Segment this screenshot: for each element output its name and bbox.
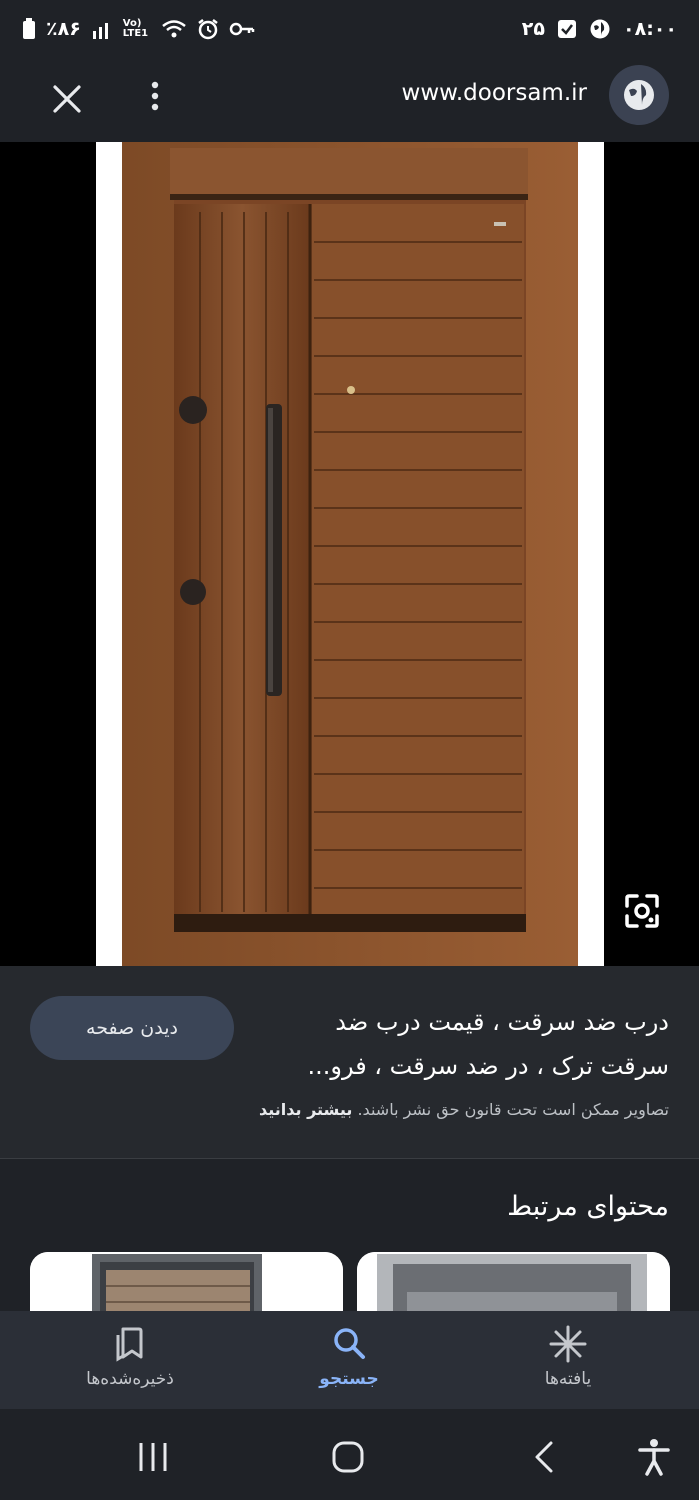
related-card[interactable] xyxy=(30,1252,343,1311)
date-label: ۲۵ xyxy=(521,18,545,40)
globe-small-icon xyxy=(589,18,611,40)
close-button[interactable] xyxy=(44,76,90,122)
copyright-text: تصاویر ممکن است تحت قانون حق نشر باشند. xyxy=(357,1100,669,1119)
clock: ۰۸:۰۰ xyxy=(623,18,677,40)
accessibility-button[interactable] xyxy=(634,1437,674,1477)
copyright-note: تصاویر ممکن است تحت قانون حق نشر باشند. … xyxy=(259,1100,669,1119)
nav-discover[interactable]: یافته‌ها xyxy=(488,1325,648,1405)
alarm-icon xyxy=(197,18,219,40)
related-card-image xyxy=(30,1252,343,1311)
checkbox-icon xyxy=(557,19,577,39)
related-card-image xyxy=(357,1252,670,1311)
bookmark-icon xyxy=(116,1327,143,1362)
related-title: محتوای مرتبط xyxy=(507,1191,669,1222)
status-bar: ٪۸۶ Vo) LTE1 ۲۵ ۰۸:۰۰ xyxy=(0,0,699,62)
site-button[interactable] xyxy=(609,65,669,125)
close-icon xyxy=(53,85,81,113)
nav-discover-label: یافته‌ها xyxy=(544,1369,592,1389)
result-title[interactable]: درب ضد سرقت ، قیمت درب ضد سرقت ترک ، در … xyxy=(274,1000,669,1088)
learn-more-link[interactable]: بیشتر بدانید xyxy=(259,1100,352,1119)
wifi-icon xyxy=(161,18,187,40)
home-button[interactable] xyxy=(328,1437,368,1477)
more-vert-icon xyxy=(151,81,159,111)
bottom-navigation: ذخیره‌شده‌ها جستجو یافته‌ها xyxy=(0,1311,699,1409)
recent-apps-button[interactable] xyxy=(133,1437,173,1477)
viewer-top-bar: www.doorsam.ir xyxy=(0,62,699,142)
nav-saved-label: ذخیره‌شده‌ها xyxy=(86,1369,174,1389)
back-icon xyxy=(535,1441,553,1473)
asterisk-icon xyxy=(549,1325,587,1363)
related-card[interactable] xyxy=(357,1252,670,1311)
result-info: دیدن صفحه درب ضد سرقت ، قیمت درب ضد سرقت… xyxy=(0,966,699,1158)
visit-page-button[interactable]: دیدن صفحه xyxy=(30,996,234,1060)
globe-icon xyxy=(624,80,654,110)
battery-icon xyxy=(22,18,36,40)
recent-apps-icon xyxy=(139,1443,167,1471)
nav-search-label: جستجو xyxy=(319,1369,379,1389)
source-url[interactable]: www.doorsam.ir xyxy=(402,80,587,106)
lens-search-button[interactable] xyxy=(621,890,663,932)
nav-search[interactable]: جستجو xyxy=(269,1325,429,1405)
back-button[interactable] xyxy=(525,1437,565,1477)
related-content: محتوای مرتبط xyxy=(0,1159,699,1311)
battery-percent: ٪۸۶ xyxy=(46,18,81,40)
accessibility-icon xyxy=(638,1439,670,1476)
network-label: Vo) LTE1 xyxy=(122,18,149,39)
system-navigation xyxy=(0,1409,699,1500)
more-options-button[interactable] xyxy=(132,76,178,122)
home-icon xyxy=(332,1441,364,1473)
lens-icon xyxy=(625,894,659,928)
nav-saved[interactable]: ذخیره‌شده‌ها xyxy=(50,1325,210,1405)
key-icon xyxy=(229,21,255,37)
search-icon xyxy=(334,1328,365,1359)
signal-icon xyxy=(91,19,113,39)
image-preview[interactable] xyxy=(0,142,699,966)
door-image xyxy=(96,142,604,966)
